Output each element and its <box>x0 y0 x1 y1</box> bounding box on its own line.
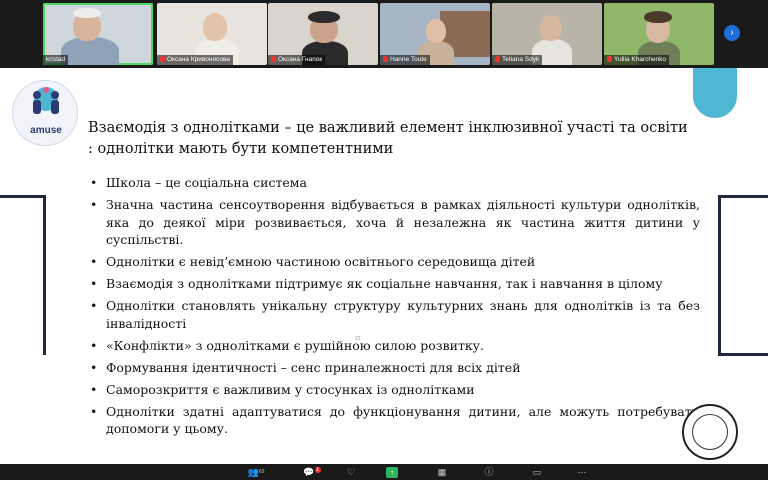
participant-hair <box>73 8 101 18</box>
next-page-button[interactable]: › <box>724 25 740 41</box>
mic-muted-icon <box>607 56 612 62</box>
participant-name: kristad <box>43 55 69 65</box>
mic-muted-icon <box>495 56 500 62</box>
slide-decoration <box>693 68 737 118</box>
slide-decoration <box>43 195 46 355</box>
participant-hair <box>308 11 340 23</box>
participant-name: Оксана Гнапок <box>268 55 326 65</box>
share-arrow-icon: ↑ <box>390 468 394 477</box>
bullet-item: «Конфлікти» з однолітками є рушійною сил… <box>88 337 700 355</box>
slide-decoration <box>718 195 721 355</box>
shared-slide: amuse Взаємодія з однолітками – це важли… <box>0 68 768 464</box>
whiteboard-button[interactable]: ▭ <box>531 467 543 478</box>
participant-tile[interactable]: Оксана Кривоносова <box>157 3 267 65</box>
bullet-item: Саморозкриття є важливим у стосунках із … <box>88 381 700 399</box>
slide-decoration <box>718 195 768 198</box>
bullet-item: Однолітки є невід’ємною частиною освітнь… <box>88 253 700 271</box>
info-icon: ⓘ <box>484 467 494 477</box>
apps-button[interactable]: ▦ <box>436 467 448 478</box>
mic-muted-icon <box>271 56 276 62</box>
mic-muted-icon <box>160 56 165 62</box>
heart-icon: ♡ <box>346 467 356 477</box>
participant-video <box>61 37 119 65</box>
share-screen-button[interactable]: ↑ <box>386 467 398 478</box>
participant-face <box>203 13 227 41</box>
reactions-button[interactable]: ♡ <box>345 467 357 478</box>
bullet-item: Однолітки становлять унікальну структуру… <box>88 297 700 332</box>
info-button[interactable]: ⓘ <box>483 467 495 478</box>
chat-button[interactable]: 💬 1 <box>303 467 321 478</box>
seal-emblem-icon <box>692 414 728 450</box>
participant-name: Hanne Toute <box>380 55 430 65</box>
participant-hair <box>644 11 672 23</box>
amuse-logo: amuse <box>12 80 78 146</box>
more-button[interactable]: ⋯ <box>576 467 588 478</box>
logo-figures-icon <box>33 87 59 114</box>
bullet-item: Значна частина сенсоутворення відбуваєть… <box>88 196 700 249</box>
bullet-item: Формування ідентичності – сенс приналежн… <box>88 359 700 377</box>
logo-text: amuse <box>30 125 62 136</box>
university-seal <box>682 404 738 460</box>
slide-page-number: 22 <box>355 336 361 342</box>
chat-icon: 💬 <box>303 467 315 477</box>
participant-name: Tetiana Sdyk <box>492 55 543 65</box>
bullet-item: Взаємодія з однолітками підтримує як соц… <box>88 275 700 293</box>
whiteboard-icon: ▭ <box>532 467 542 477</box>
bullet-item: Однолітки здатні адаптуватися до функціо… <box>88 403 700 438</box>
participant-face <box>426 19 446 43</box>
more-icon: ⋯ <box>577 467 587 477</box>
participant-face <box>540 15 562 41</box>
participant-name: Оксана Кривоносова <box>157 55 234 65</box>
bullet-item: Школа – це соціальна система <box>88 174 700 192</box>
people-icon: 👥 <box>247 467 259 477</box>
participant-tile[interactable]: Hanne Toute <box>380 3 490 65</box>
participant-tile[interactable]: Tetiana Sdyk <box>492 3 602 65</box>
participant-gallery: kristad Оксана Кривоносова Оксана Гнапок… <box>0 0 768 68</box>
participant-tile[interactable]: Оксана Гнапок <box>268 3 378 65</box>
slide-decoration <box>718 353 768 356</box>
slide-title: Взаємодія з однолітками – це важливий ел… <box>88 120 688 157</box>
slide-decoration <box>0 195 46 198</box>
mic-muted-icon <box>383 56 388 62</box>
bullet-list: Школа – це соціальна система Значна част… <box>88 174 700 442</box>
participants-button[interactable]: 👥69 <box>245 467 267 478</box>
apps-icon: ▦ <box>437 467 447 477</box>
participant-name: Yuliia Kharchenko <box>604 55 670 65</box>
participant-tile[interactable]: kristad <box>43 3 153 65</box>
meeting-toolbar: 👥69 💬 1 ♡ ↑ ▦ ⓘ ▭ ⋯ <box>0 464 768 480</box>
participant-tile[interactable]: Yuliia Kharchenko <box>604 3 714 65</box>
chevron-right-icon: › <box>730 27 734 38</box>
